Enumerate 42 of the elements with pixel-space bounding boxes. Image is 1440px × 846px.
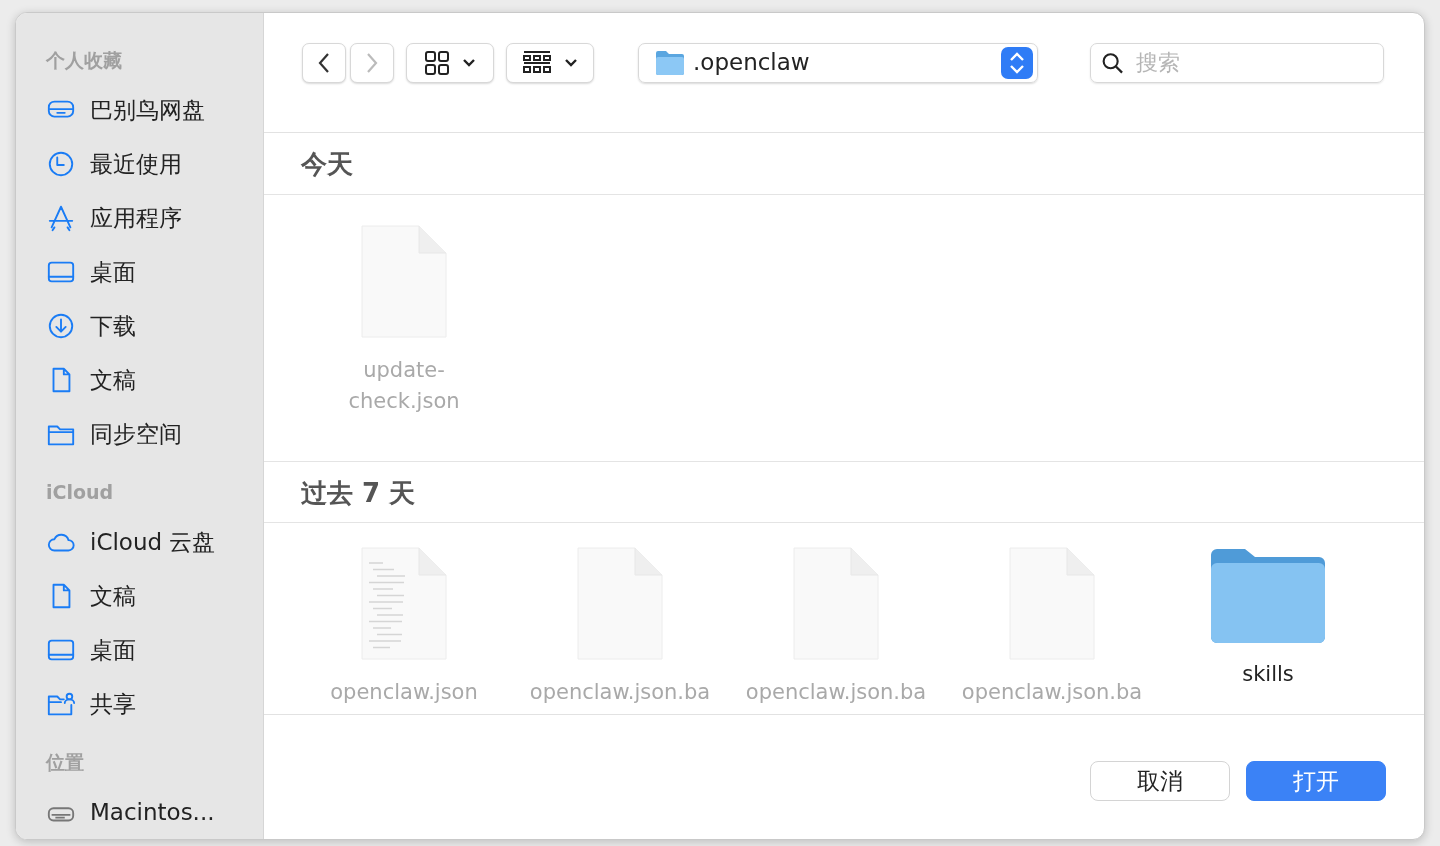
file-name: openclaw.json [330,679,478,706]
group-button[interactable] [506,42,594,83]
section-heading: 位置 [46,750,85,775]
stepper-icon [1001,46,1033,79]
sidebar-item[interactable]: 下载 [46,299,263,353]
file-name: update- check.json [348,357,460,415]
text-file-icon [359,545,449,663]
section-heading: 过去 7 天 [264,461,1424,523]
section-heading: 个人收藏 [46,48,123,73]
sidebar-item[interactable]: 应用程序 [46,191,263,245]
sidebar-item[interactable]: 巴别鸟网盘 [46,83,263,137]
group-icon [522,49,552,76]
sidebar-item[interactable]: 文稿 [46,353,263,407]
sidebar-item[interactable]: 同步空间 [46,407,263,461]
sidebar-item[interactable]: Macintos... [46,785,263,839]
sidebar-item[interactable]: iCloud 云盘 [46,515,263,569]
back-button[interactable] [302,42,346,83]
open-button[interactable]: 打开 [1246,761,1386,801]
apps-icon [46,203,76,233]
caret-icon [462,57,476,68]
sidebar-item[interactable]: 最近使用 [46,137,263,191]
sidebar-item[interactable]: 桌面 [46,623,263,677]
chevron-left-icon [317,51,331,74]
view-mode-button[interactable] [406,42,494,83]
download-icon [46,311,76,341]
grid-icon [424,49,450,76]
chevron-right-icon [365,51,379,74]
caret-icon [564,57,578,68]
search-field[interactable]: 搜索 [1090,42,1384,83]
location-dropdown[interactable]: .openclaw [638,42,1038,83]
sidebar-item[interactable]: 共享 [46,677,263,731]
clock-icon [46,149,76,179]
cancel-button[interactable]: 取消 [1090,761,1230,801]
section-heading: iCloud [46,480,115,505]
sidebar-item[interactable]: 文稿 [46,569,263,623]
folder-icon [655,49,685,76]
file-name: openclaw.json.ba [529,679,711,706]
file-name: openclaw.json.ba [745,679,927,706]
section-heading: 今天 [264,133,1424,195]
file-name[interactable]: skills [1242,659,1294,690]
file-name: openclaw.json.ba [961,679,1143,706]
sidebar-item[interactable]: 桌面 [46,245,263,299]
